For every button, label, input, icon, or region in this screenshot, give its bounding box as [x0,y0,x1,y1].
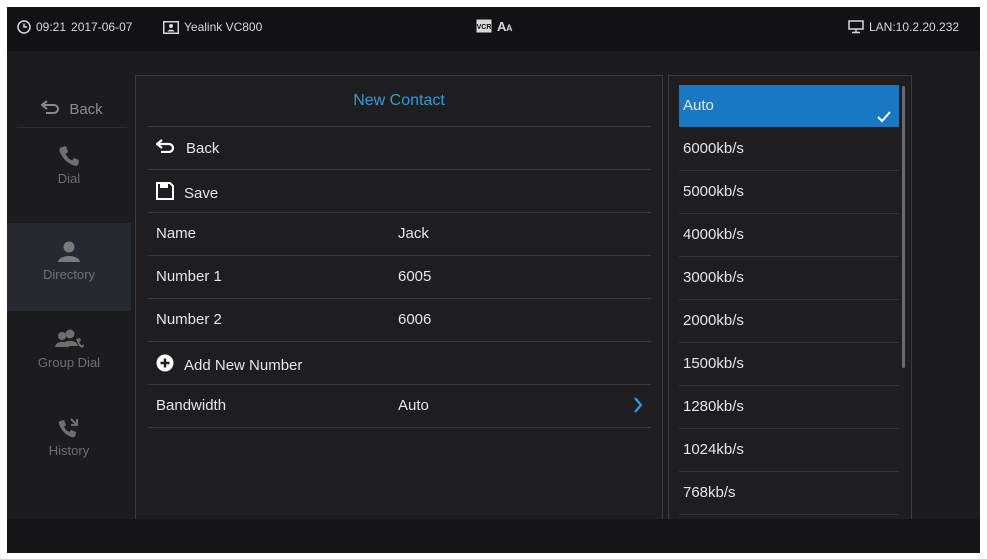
bottom-bar [7,519,980,553]
option-label: 4000kb/s [683,226,744,243]
contact-card-icon [163,20,179,34]
status-indicators: VCR AA [476,19,515,33]
datetime: 09:21 2017-06-07 [17,20,132,34]
nav-item-history[interactable]: History [7,399,131,487]
network-status: LAN:10.2.20.232 [848,20,959,34]
add-number-label: Add New Number [184,356,303,374]
option-label: 3000kb/s [683,269,744,286]
bandwidth-option[interactable]: 2000kb/s [679,300,899,343]
option-label: 1024kb/s [683,441,744,458]
bandwidth-option[interactable]: 6000kb/s [679,128,899,171]
bandwidth-option[interactable]: 768kb/s [679,472,899,515]
bandwidth-option[interactable]: 4000kb/s [679,214,899,257]
font-size-icon: AA [497,19,515,33]
svg-text:A: A [506,23,513,33]
option-label: 5000kb/s [683,183,744,200]
nav-item-label: Group Dial [37,355,101,370]
save-icon [156,182,174,204]
add-number-row[interactable]: Add New Number [148,341,651,384]
name-field-row[interactable]: Name Jack [148,212,651,255]
bandwidth-option[interactable]: 1500kb/s [679,343,899,386]
option-label: 1500kb/s [683,355,744,372]
number1-field-row[interactable]: Number 1 6005 [148,255,651,298]
option-label: 1280kb/s [683,398,744,415]
person-icon [7,241,131,263]
nav-back-label: Back [69,100,103,118]
bandwidth-option-auto[interactable]: Auto [679,85,899,127]
lan-icon [848,20,864,34]
field-label: Name [156,225,197,242]
option-label: 2000kb/s [683,312,744,329]
back-label: Back [186,139,220,157]
option-label: Auto [683,97,714,114]
option-label: 768kb/s [683,484,736,501]
chevron-right-icon [633,397,643,417]
field-label: Number 1 [156,268,222,285]
scrollbar[interactable] [902,86,905,368]
bandwidth-option[interactable]: 1024kb/s [679,429,899,472]
device-name: Yealink VC800 [184,20,263,34]
save-row[interactable]: Save [148,169,651,212]
device-screen: 09:21 2017-06-07 Yealink VC800 VCR AA LA… [7,7,980,553]
bandwidth-value: Auto [398,397,429,414]
status-time: 09:21 [36,20,67,34]
page-title: New Contact [353,92,445,109]
network-address: LAN:10.2.20.232 [869,20,960,34]
clock-icon [17,20,31,34]
nav-item-group-dial[interactable]: Group Dial [7,311,131,399]
plus-circle-icon [156,354,174,376]
field-label: Number 2 [156,311,222,328]
nav-back-button[interactable]: Back [17,91,127,128]
new-contact-panel: New Contact Back Save Name Jack Number 1 [135,75,663,521]
nav-item-directory[interactable]: Directory [7,223,131,311]
nav-item-label: Dial [57,171,81,186]
status-date: 2017-06-07 [71,20,133,34]
nav-item-label: Directory [42,267,95,282]
name-field-value[interactable]: Jack [398,225,429,242]
svg-text:VCR: VCR [477,24,492,31]
save-label: Save [184,184,219,202]
option-label: 6000kb/s [683,140,744,157]
vcr-icon: VCR [476,19,492,33]
back-arrow-icon [155,139,176,157]
bandwidth-option[interactable]: 1280kb/s [679,386,899,429]
status-bar: 09:21 2017-06-07 Yealink VC800 VCR AA LA… [7,7,980,51]
call-history-icon [7,417,131,439]
phone-icon [7,145,131,167]
nav-item-dial[interactable]: Dial [7,127,131,215]
number1-field-value[interactable]: 6005 [398,268,431,285]
number2-field-value[interactable]: 6006 [398,311,431,328]
bandwidth-row[interactable]: Bandwidth Auto [148,384,651,428]
nav-item-label: History [48,443,90,458]
bandwidth-option-list[interactable]: Auto 6000kb/s 5000kb/s 4000kb/s 3000kb/s… [668,75,912,521]
back-row[interactable]: Back [148,126,651,169]
bandwidth-option[interactable]: 3000kb/s [679,257,899,300]
field-label: Bandwidth [156,397,227,414]
left-nav: Back Dial Directory Group Dial History [7,77,134,477]
device-info: Yealink VC800 [163,20,262,34]
back-arrow-icon [40,100,61,118]
group-icon [7,329,131,351]
bandwidth-option[interactable]: 5000kb/s [679,171,899,214]
number2-field-row[interactable]: Number 2 6006 [148,298,651,341]
